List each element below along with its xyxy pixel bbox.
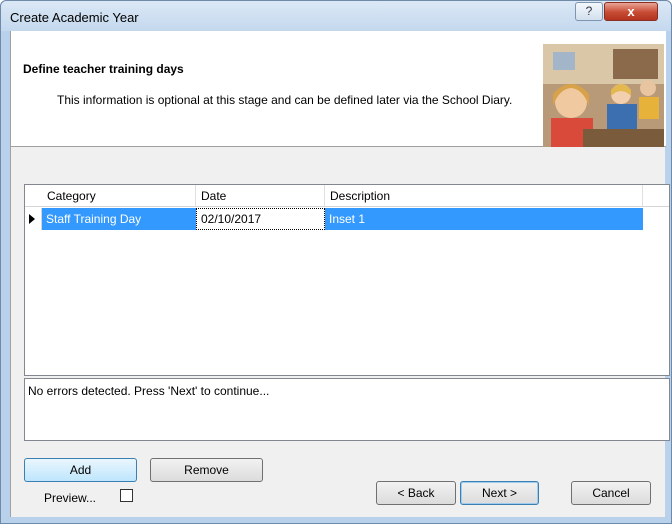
- cancel-button[interactable]: Cancel: [571, 481, 651, 505]
- column-header-description[interactable]: Description: [325, 185, 643, 207]
- next-button[interactable]: Next >: [460, 481, 539, 505]
- cell-description[interactable]: Inset 1: [325, 208, 643, 230]
- cell-category[interactable]: Staff Training Day: [42, 208, 196, 230]
- wizard-header: Define teacher training days This inform…: [11, 31, 666, 147]
- back-button[interactable]: < Back: [376, 481, 456, 505]
- grid-header: Category Date Description: [25, 185, 669, 207]
- title-bar[interactable]: Create Academic Year ? x: [1, 1, 671, 31]
- validation-messages: No errors detected. Press 'Next' to cont…: [24, 378, 670, 441]
- dialog-body: Define teacher training days This inform…: [10, 31, 670, 517]
- dialog-window: Create Academic Year ? x Define teacher …: [0, 0, 672, 524]
- column-header-category[interactable]: Category: [42, 185, 196, 207]
- close-button[interactable]: x: [604, 2, 658, 21]
- table-row[interactable]: Staff Training Day 02/10/2017 Inset 1: [25, 208, 669, 230]
- training-days-grid[interactable]: Category Date Description Staff Training…: [24, 184, 670, 376]
- cell-date[interactable]: 02/10/2017: [196, 208, 325, 230]
- help-button[interactable]: ?: [575, 2, 603, 21]
- window-title: Create Academic Year: [10, 10, 139, 25]
- preview-label: Preview...: [44, 491, 97, 505]
- remove-button[interactable]: Remove: [150, 458, 263, 482]
- row-selector[interactable]: [25, 208, 42, 230]
- classroom-image: [543, 44, 664, 147]
- page-description: This information is optional at this sta…: [57, 93, 513, 107]
- add-button[interactable]: Add: [24, 458, 137, 482]
- page-title: Define teacher training days: [23, 62, 184, 76]
- column-header-date[interactable]: Date: [196, 185, 325, 207]
- preview-checkbox[interactable]: [120, 489, 133, 502]
- current-row-arrow-icon: [29, 214, 35, 224]
